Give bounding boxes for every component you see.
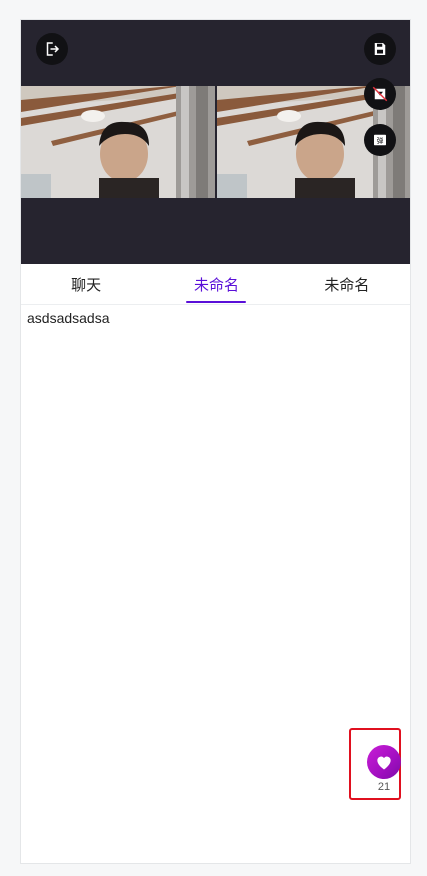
exit-icon <box>46 42 60 56</box>
camera-off-icon <box>372 86 388 102</box>
camera-toggle-button[interactable] <box>364 78 396 110</box>
tab-chat[interactable]: 聊天 <box>21 264 151 304</box>
like-button[interactable] <box>367 745 401 779</box>
like-widget: 21 <box>349 728 401 800</box>
save-icon <box>374 43 386 55</box>
like-count: 21 <box>377 781 391 793</box>
video-frame <box>21 86 215 198</box>
exit-button[interactable] <box>36 33 68 65</box>
video-tile-local[interactable] <box>21 86 215 198</box>
app-frame: 弹 聊天 未命名 未命名 asdsadsadsa 21 <box>20 19 411 864</box>
video-area: 弹 <box>21 20 410 264</box>
save-button[interactable] <box>364 33 396 65</box>
tab-unnamed-2[interactable]: 未命名 <box>282 264 410 304</box>
danmaku-glyph: 弹 <box>377 136 384 145</box>
tab-unnamed-1[interactable]: 未命名 <box>151 264 281 304</box>
message-text: asdsadsadsa <box>27 310 110 326</box>
tab-bar: 聊天 未命名 未命名 <box>21 264 410 305</box>
danmaku-icon: 弹 <box>374 134 386 146</box>
heart-icon <box>377 756 391 770</box>
danmaku-button[interactable]: 弹 <box>364 124 396 156</box>
